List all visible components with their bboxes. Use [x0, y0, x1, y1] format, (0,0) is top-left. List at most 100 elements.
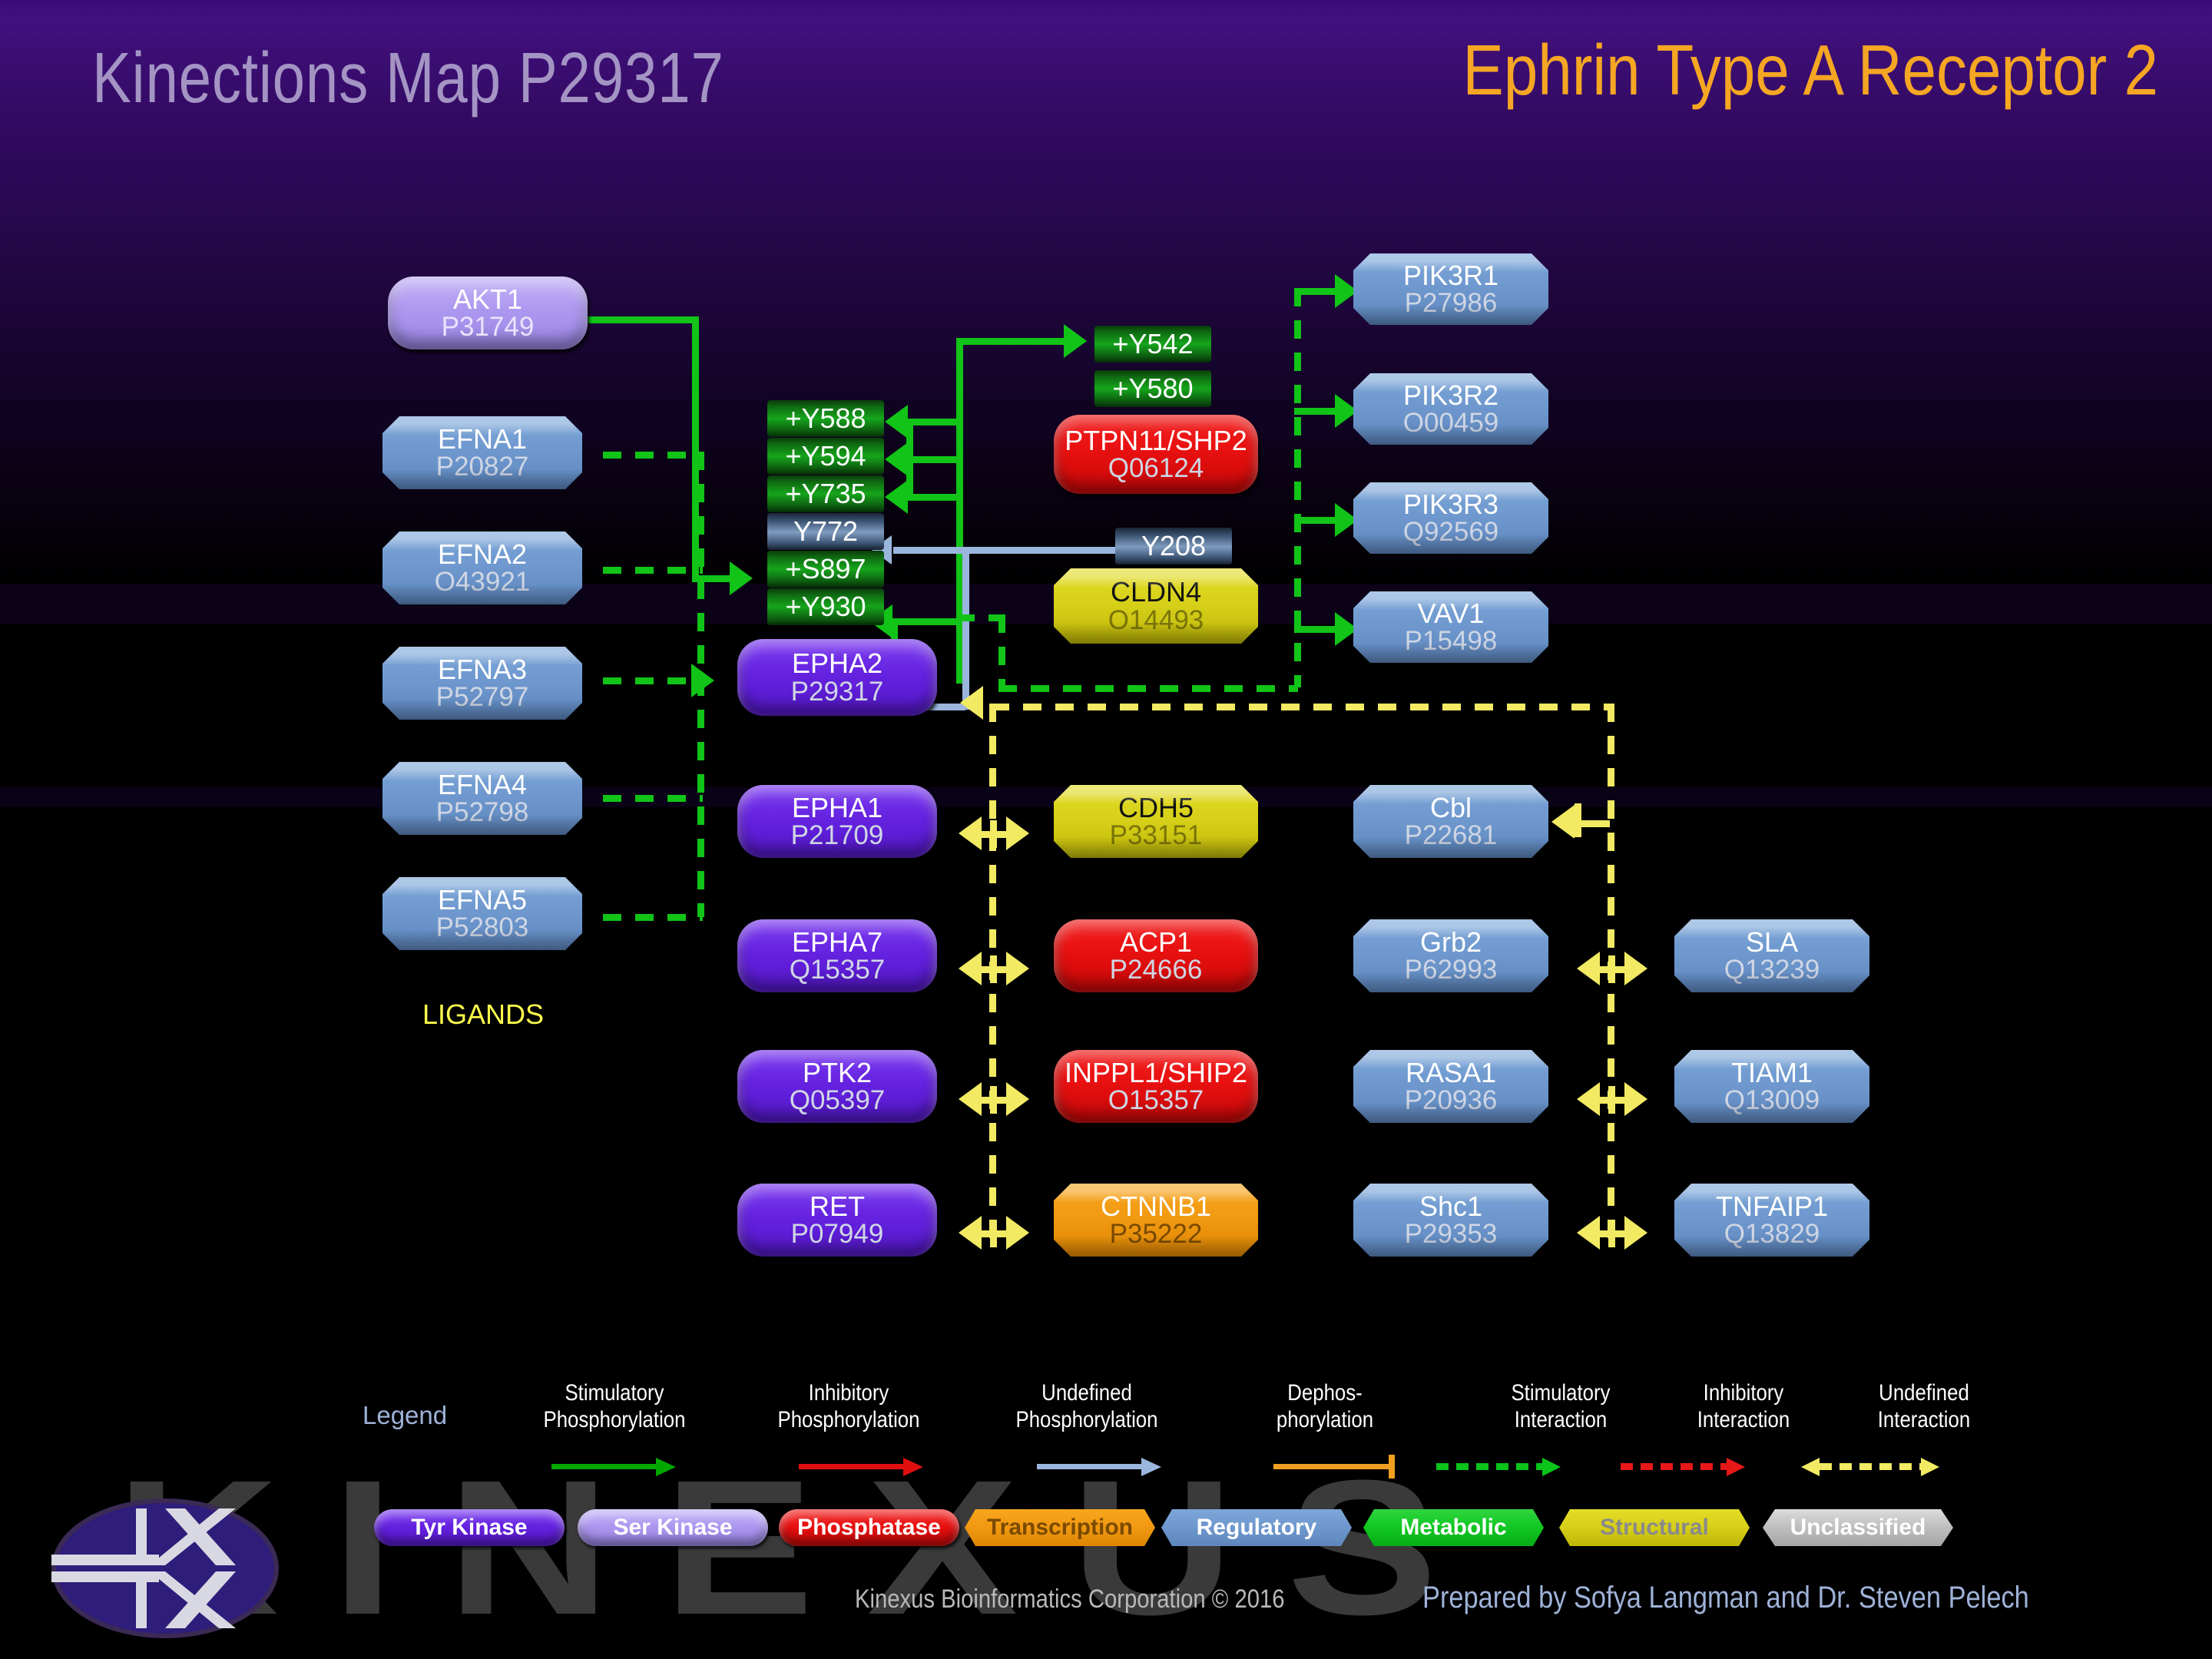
- node-vav1-name: VAV1: [1417, 597, 1485, 629]
- kinections-map-canvas: KINEXUS Kinections Map P29317 Ephrin Typ…: [0, 0, 2212, 1659]
- key-chip-regulatory[interactable]: Regulatory: [1161, 1509, 1352, 1546]
- node-epha2[interactable]: EPHA2 P29317: [737, 639, 937, 716]
- arrow-yellow-epha2: [960, 686, 983, 720]
- node-efna3[interactable]: EFNA3 P52797: [382, 647, 582, 720]
- legend-arrow-dephosphorylation: [1273, 1452, 1402, 1482]
- phosphosite-y930[interactable]: +Y930: [767, 588, 884, 625]
- node-efna5-name: EFNA5: [437, 883, 528, 916]
- node-efna1-name: EFNA1: [437, 422, 528, 455]
- phosphosite-y735[interactable]: +Y735: [767, 475, 884, 512]
- node-rasa1-name: RASA1: [1405, 1056, 1497, 1088]
- node-ctnnb1[interactable]: CTNNB1 P35222: [1054, 1184, 1258, 1257]
- legend-arrow-inhibitory-interaction: [1621, 1452, 1767, 1482]
- edge-trunk-y930: [891, 618, 960, 625]
- node-pik3r1[interactable]: PIK3R1 P27986: [1353, 253, 1548, 325]
- node-acp1[interactable]: ACP1 P24666: [1054, 919, 1258, 992]
- legend-line-8: phorylation: [1276, 1407, 1374, 1433]
- node-akt1[interactable]: AKT1 P31749: [388, 276, 588, 349]
- phosphosite-y208[interactable]: Y208: [1115, 528, 1232, 565]
- node-cldn4[interactable]: CLDN4 O14493: [1054, 568, 1258, 644]
- legend-label-dephosphorylation: Dephos- phorylation: [1246, 1379, 1404, 1434]
- interaction-marker-ret-ctnnb1: [959, 1212, 1029, 1255]
- key-chip-metabolic[interactable]: Metabolic: [1363, 1509, 1544, 1546]
- node-inppl1[interactable]: INPPL1/SHIP2 O15357: [1054, 1050, 1258, 1123]
- node-grb2[interactable]: Grb2 P62993: [1353, 919, 1548, 992]
- phosphosite-y542[interactable]: +Y542: [1094, 326, 1211, 363]
- edge-efna5-bus: [603, 914, 703, 921]
- node-ptpn11[interactable]: PTPN11/SHP2 Q06124: [1054, 415, 1258, 494]
- ligands-label: LIGANDS: [422, 998, 545, 1030]
- node-epha2-name: EPHA2: [791, 647, 883, 680]
- legend-line-11: Inhibitory: [1703, 1380, 1784, 1406]
- key-chip-structural[interactable]: Structural: [1559, 1509, 1750, 1546]
- node-tiam1[interactable]: TIAM1 Q13009: [1674, 1050, 1869, 1123]
- node-efna5[interactable]: EFNA5 P52803: [382, 877, 582, 950]
- node-efna1-accession: P20827: [435, 452, 529, 482]
- legend-arrow-stimulatory-interaction: [1436, 1452, 1582, 1482]
- node-shc1-name: Shc1: [1419, 1190, 1483, 1222]
- phosphosite-y594[interactable]: +Y594: [767, 438, 884, 475]
- node-pik3r2[interactable]: PIK3R2 O00459: [1353, 373, 1548, 445]
- node-cdh5-name: CDH5: [1118, 791, 1194, 823]
- node-ptpn11-accession: Q06124: [1108, 453, 1204, 484]
- node-pik3r3-accession: Q92569: [1402, 517, 1499, 548]
- arrow-y735: [885, 480, 908, 514]
- footer-copyright: Kinexus Bioinformatics Corporation © 201…: [855, 1584, 1285, 1614]
- node-pik3r3-name: PIK3R3: [1402, 488, 1499, 520]
- phosphosite-s897[interactable]: +S897: [767, 551, 884, 588]
- node-efna2[interactable]: EFNA2 O43921: [382, 531, 582, 604]
- node-cbl[interactable]: Cbl P22681: [1353, 785, 1548, 858]
- node-tiam1-accession: Q13009: [1724, 1085, 1820, 1116]
- phosphosite-y580[interactable]: +Y580: [1094, 370, 1211, 407]
- key-chip-metabolic-label: Metabolic: [1400, 1515, 1507, 1540]
- node-efna1[interactable]: EFNA1 P20827: [382, 416, 582, 489]
- key-chip-transcription-label: Transcription: [986, 1515, 1134, 1540]
- edge-trunk-y588: [906, 419, 960, 426]
- node-ret[interactable]: RET P07949: [737, 1184, 937, 1257]
- node-efna4-accession: P52798: [435, 797, 529, 828]
- node-epha1[interactable]: EPHA1 P21709: [737, 785, 937, 858]
- node-efna4-name: EFNA4: [437, 768, 528, 800]
- key-chip-tyr-kinase[interactable]: Tyr Kinase: [374, 1509, 565, 1546]
- edge-akt1-s897-h: [588, 316, 699, 323]
- node-shc1[interactable]: Shc1 P29353: [1353, 1184, 1548, 1257]
- node-epha7[interactable]: EPHA7 Q15357: [737, 919, 937, 992]
- node-acp1-accession: P24666: [1109, 955, 1203, 985]
- node-cldn4-name: CLDN4: [1110, 576, 1202, 608]
- legend-arrow-inhibitory-phosphorylation: [799, 1452, 928, 1482]
- legend-label-inhibitory-interaction: Inhibitory Interaction: [1664, 1379, 1823, 1434]
- interaction-marker-epha7-acp1: [959, 948, 1029, 991]
- key-chip-transcription[interactable]: Transcription: [965, 1509, 1155, 1546]
- node-rasa1[interactable]: RASA1 P20936: [1353, 1050, 1548, 1123]
- edge-efna2-bus: [603, 567, 703, 574]
- node-tnfaip1[interactable]: TNFAIP1 Q13829: [1674, 1184, 1869, 1257]
- phosphosite-y772-label: Y772: [793, 515, 859, 547]
- node-efna4[interactable]: EFNA4 P52798: [382, 762, 582, 835]
- protein-title: Ephrin Type A Receptor 2: [1462, 30, 2158, 110]
- node-vav1[interactable]: VAV1 P15498: [1353, 591, 1548, 663]
- key-chip-structural-label: Structural: [1600, 1515, 1709, 1540]
- edge-efna4-bus: [603, 795, 703, 802]
- node-ptk2[interactable]: PTK2 Q05397: [737, 1050, 937, 1123]
- node-sla-name: SLA: [1745, 926, 1799, 958]
- key-chip-phosphatase[interactable]: Phosphatase: [779, 1509, 959, 1546]
- key-chip-ser-kinase[interactable]: Ser Kinase: [578, 1509, 768, 1546]
- legend-label-undefined-phosphorylation: Undefined Phosphorylation: [1008, 1379, 1166, 1434]
- phosphosite-y588-label: +Y588: [785, 402, 866, 434]
- node-cdh5[interactable]: CDH5 P33151: [1054, 785, 1258, 858]
- node-sla[interactable]: SLA Q13239: [1674, 919, 1869, 992]
- phosphosite-y580-label: +Y580: [1112, 373, 1194, 404]
- key-chip-unclassified[interactable]: Unclassified: [1763, 1509, 1953, 1546]
- edge-pik3r2: [1294, 408, 1336, 415]
- node-pik3r3[interactable]: PIK3R3 Q92569: [1353, 482, 1548, 554]
- phosphosite-y772[interactable]: Y772: [767, 513, 884, 550]
- arrow-epha2-y542: [1064, 324, 1087, 358]
- edge-cbl-tbar: [1575, 803, 1581, 837]
- node-efna2-accession: O43921: [434, 567, 531, 598]
- legend-label-stimulatory-phosphorylation: Stimulatory Phosphorylation: [535, 1379, 694, 1434]
- phosphosite-y588[interactable]: +Y588: [767, 400, 884, 437]
- legend-line-1: Stimulatory: [565, 1380, 664, 1406]
- node-cldn4-accession: O14493: [1108, 604, 1204, 635]
- arrow-ligands-epha2: [691, 664, 714, 697]
- node-efna3-name: EFNA3: [437, 653, 528, 685]
